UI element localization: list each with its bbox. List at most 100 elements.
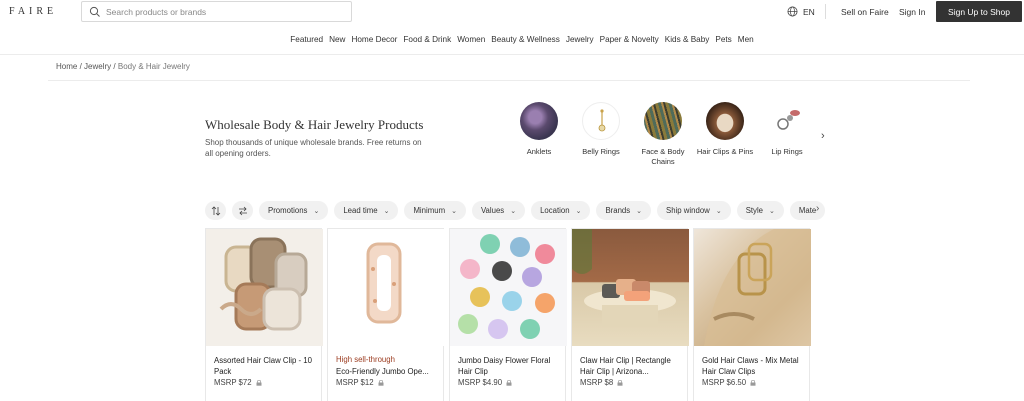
anklets-image	[520, 102, 558, 140]
breadcrumb-divider	[48, 80, 970, 81]
filter-location[interactable]: Location ⌄	[531, 201, 591, 220]
product-price: MSRP $4.90	[458, 378, 512, 387]
product-card[interactable]: Gold Hair Claws - Mix Metal Hair Claw Cl…	[693, 228, 811, 401]
nav-item-paper-novelty[interactable]: Paper & Novelty	[597, 35, 662, 44]
lip-rings-image	[768, 102, 806, 140]
carousel-next-chevron-icon[interactable]: ›	[821, 130, 825, 142]
face-body-chains-image	[644, 102, 682, 140]
filter-lead-time[interactable]: Lead time ⌄	[334, 201, 399, 220]
product-price: MSRP $8	[580, 378, 623, 387]
subcategory-label: Lip Rings	[771, 147, 803, 156]
product-image	[328, 229, 445, 346]
subcategory-carousel: Anklets Belly Rings Face & Body Chains H…	[508, 102, 818, 167]
chevron-down-icon: ⌄	[510, 207, 517, 215]
product-card[interactable]: Assorted Hair Claw Clip - 10 Pack MSRP $…	[205, 228, 323, 401]
product-price: MSRP $72	[214, 378, 262, 387]
lock-icon	[506, 379, 512, 386]
breadcrumb-home[interactable]: Home	[56, 62, 77, 71]
filter-label: Style	[745, 206, 764, 215]
page-title: Wholesale Body & Hair Jewelry Products	[205, 117, 424, 132]
subcategory-label: Hair Clips & Pins	[696, 147, 754, 156]
filter-materials[interactable]: Mate	[789, 201, 825, 220]
globe-icon	[787, 6, 798, 17]
sign-up-button[interactable]: Sign Up to Shop	[936, 1, 1022, 22]
header-divider	[0, 54, 1024, 55]
lock-icon	[750, 379, 756, 386]
breadcrumb-jewelry[interactable]: Jewelry	[84, 62, 111, 71]
product-name: Claw Hair Clip | Rectangle Hair Clip | A…	[580, 356, 671, 376]
hair-clips-pins-image	[706, 102, 744, 140]
price-label: MSRP $12	[336, 378, 374, 387]
lock-icon	[256, 379, 262, 386]
high-sell-through-badge: High sell-through	[336, 355, 395, 364]
filter-style[interactable]: Style ⌄	[736, 201, 784, 220]
subcategory-lip-rings[interactable]: Lip Rings	[756, 102, 818, 167]
search-input[interactable]: Search products or brands	[81, 1, 352, 22]
search-icon	[89, 6, 100, 17]
page-subtitle: Shop thousands of unique wholesale brand…	[205, 138, 422, 158]
chevron-down-icon: ⌄	[769, 207, 775, 215]
filter-minimum[interactable]: Minimum ⌄	[404, 201, 466, 220]
product-image	[206, 229, 323, 346]
product-price: MSRP $12	[336, 378, 384, 387]
nav-item-home-decor[interactable]: Home Decor	[348, 35, 400, 44]
filters-next-chevron-icon[interactable]: ›	[816, 203, 819, 214]
nav-item-featured[interactable]: Featured	[287, 35, 326, 44]
belly-rings-image	[582, 102, 620, 140]
subcategory-label: Anklets	[526, 147, 552, 156]
top-bar: FAIRE Search products or brands EN Sell …	[0, 0, 1024, 24]
nav-item-beauty-wellness[interactable]: Beauty & Wellness	[488, 35, 563, 44]
nav-item-women[interactable]: Women	[454, 35, 488, 44]
product-name: Jumbo Daisy Flower Floral Hair Clip	[458, 356, 551, 376]
filter-promotions[interactable]: Promotions ⌄	[259, 201, 329, 220]
filter-ship-window[interactable]: Ship window ⌄	[657, 201, 731, 220]
divider	[825, 4, 826, 19]
product-name: Gold Hair Claws - Mix Metal Hair Claw Cl…	[702, 356, 799, 376]
subcategory-anklets[interactable]: Anklets	[508, 102, 570, 167]
language-label: EN	[803, 6, 815, 17]
filter-label: Location	[540, 206, 570, 215]
subcategory-face-body-chains[interactable]: Face & Body Chains	[632, 102, 694, 167]
price-label: MSRP $4.90	[458, 378, 503, 387]
language-selector[interactable]: EN	[787, 6, 815, 17]
nav-item-jewelry[interactable]: Jewelry	[563, 35, 597, 44]
nav-item-kids-baby[interactable]: Kids & Baby	[662, 35, 713, 44]
filter-brands[interactable]: Brands ⌄	[596, 201, 652, 220]
subcategory-hair-clips-pins[interactable]: Hair Clips & Pins	[694, 102, 756, 167]
filter-label: Ship window	[666, 206, 710, 215]
sell-on-faire-link[interactable]: Sell on Faire	[841, 7, 889, 17]
sort-button[interactable]	[205, 201, 226, 220]
price-label: MSRP $72	[214, 378, 252, 387]
lock-icon	[378, 379, 384, 386]
product-image	[450, 229, 567, 346]
category-nav: Featured New Home Decor Food & Drink Wom…	[0, 35, 1024, 44]
sign-in-link[interactable]: Sign In	[899, 7, 925, 17]
filter-label: Values	[480, 206, 505, 215]
filter-toggle-button[interactable]	[232, 201, 253, 220]
product-image	[694, 229, 811, 346]
nav-item-food-drink[interactable]: Food & Drink	[400, 35, 454, 44]
chevron-down-icon: ⌄	[383, 207, 390, 215]
filter-label: Minimum	[413, 206, 446, 215]
breadcrumb-separator: /	[79, 62, 82, 71]
breadcrumb-current: Body & Hair Jewelry	[117, 62, 190, 71]
nav-item-men[interactable]: Men	[735, 35, 757, 44]
subcategory-label: Face & Body Chains	[641, 147, 685, 166]
product-card[interactable]: High sell-through Eco-Friendly Jumbo Ope…	[327, 228, 445, 401]
product-grid: Assorted Hair Claw Clip - 10 Pack MSRP $…	[205, 228, 811, 401]
nav-item-new[interactable]: New	[326, 35, 348, 44]
subcategory-belly-rings[interactable]: Belly Rings	[570, 102, 632, 167]
chevron-down-icon: ⌄	[715, 207, 722, 215]
filter-values[interactable]: Values ⌄	[471, 201, 526, 220]
sort-icon	[211, 205, 220, 216]
filter-label: Brands	[605, 206, 631, 215]
filter-label: Mate	[798, 206, 817, 215]
chevron-down-icon: ⌄	[313, 207, 320, 215]
price-label: MSRP $6.50	[702, 378, 747, 387]
breadcrumb-separator: /	[113, 62, 116, 71]
product-card[interactable]: Jumbo Daisy Flower Floral Hair Clip MSRP…	[449, 228, 567, 401]
faire-logo[interactable]: FAIRE	[9, 6, 57, 17]
search-placeholder: Search products or brands	[106, 7, 207, 17]
nav-item-pets[interactable]: Pets	[712, 35, 734, 44]
product-card[interactable]: Claw Hair Clip | Rectangle Hair Clip | A…	[571, 228, 689, 401]
